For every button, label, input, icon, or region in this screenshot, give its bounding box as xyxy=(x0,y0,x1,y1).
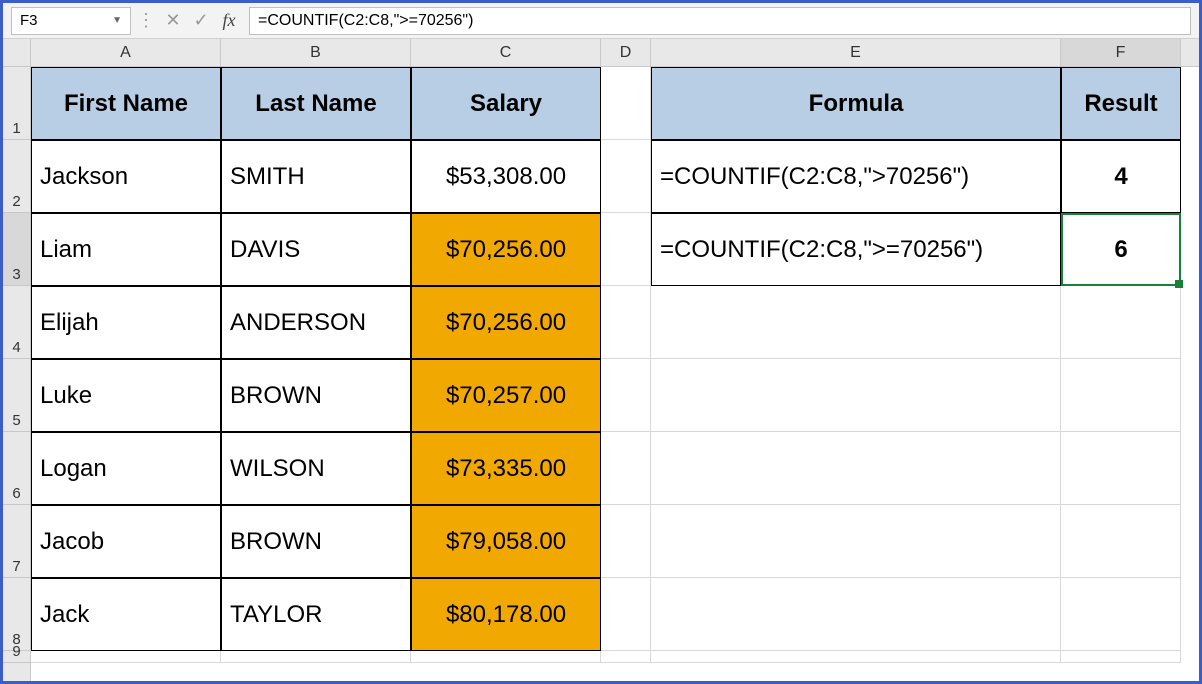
formula-input[interactable]: =COUNTIF(C2:C8,">=70256") xyxy=(249,7,1191,35)
row-header-6[interactable]: 6 xyxy=(3,432,30,505)
cell-formula[interactable]: =COUNTIF(C2:C8,">70256") xyxy=(651,140,1061,213)
row-header-3[interactable]: 3 xyxy=(3,213,30,286)
row-header-9[interactable]: 9 xyxy=(3,651,30,663)
cell-first-name[interactable]: Jack xyxy=(31,578,221,651)
cell-last-name[interactable]: BROWN xyxy=(221,505,411,578)
column-headers: A B C D E F xyxy=(31,39,1199,67)
table-row: Logan WILSON $73,335.00 xyxy=(31,432,1199,505)
row-header-5[interactable]: 5 xyxy=(3,359,30,432)
header-last-name[interactable]: Last Name xyxy=(221,67,411,140)
cell-D4[interactable] xyxy=(601,286,651,359)
table-row: Jack TAYLOR $80,178.00 xyxy=(31,578,1199,651)
table-row xyxy=(31,651,1199,663)
cell-last-name[interactable]: WILSON xyxy=(221,432,411,505)
header-formula[interactable]: Formula xyxy=(651,67,1061,140)
name-box-value: F3 xyxy=(20,12,38,29)
cell-A9[interactable] xyxy=(31,651,221,663)
cell-first-name[interactable]: Jacob xyxy=(31,505,221,578)
cell-first-name[interactable]: Logan xyxy=(31,432,221,505)
col-header-E[interactable]: E xyxy=(651,39,1061,66)
cell-last-name[interactable]: SMITH xyxy=(221,140,411,213)
cell-last-name[interactable]: DAVIS xyxy=(221,213,411,286)
cell-result[interactable]: 6 xyxy=(1061,213,1181,286)
cell-first-name[interactable]: Luke xyxy=(31,359,221,432)
fx-icon[interactable]: fx xyxy=(215,10,243,31)
cell-result[interactable]: 4 xyxy=(1061,140,1181,213)
name-box-dropdown-icon[interactable]: ▼ xyxy=(112,15,122,26)
cell-E7[interactable] xyxy=(651,505,1061,578)
cell-salary[interactable]: $79,058.00 xyxy=(411,505,601,578)
table-row: Elijah ANDERSON $70,256.00 xyxy=(31,286,1199,359)
cell-F7[interactable] xyxy=(1061,505,1181,578)
select-all-corner[interactable] xyxy=(3,39,30,67)
cell-E6[interactable] xyxy=(651,432,1061,505)
cell-salary[interactable]: $70,256.00 xyxy=(411,286,601,359)
cell-salary[interactable]: $53,308.00 xyxy=(411,140,601,213)
row-header-2[interactable]: 2 xyxy=(3,140,30,213)
cell-salary[interactable]: $70,257.00 xyxy=(411,359,601,432)
cell-last-name[interactable]: TAYLOR xyxy=(221,578,411,651)
row-header-4[interactable]: 4 xyxy=(3,286,30,359)
cell-C9[interactable] xyxy=(411,651,601,663)
cell-F6[interactable] xyxy=(1061,432,1181,505)
cell-first-name[interactable]: Jackson xyxy=(31,140,221,213)
formula-bar: F3 ▼ ⋮ ✕ ✓ fx =COUNTIF(C2:C8,">=70256") xyxy=(3,3,1199,39)
cell-D7[interactable] xyxy=(601,505,651,578)
cell-D1[interactable] xyxy=(601,67,651,140)
cell-first-name[interactable]: Elijah xyxy=(31,286,221,359)
col-header-F[interactable]: F xyxy=(1061,39,1181,66)
col-header-B[interactable]: B xyxy=(221,39,411,66)
formula-bar-separator: ⋮ xyxy=(137,10,153,31)
cell-F4[interactable] xyxy=(1061,286,1181,359)
cell-E5[interactable] xyxy=(651,359,1061,432)
col-header-D[interactable]: D xyxy=(601,39,651,66)
cell-E9[interactable] xyxy=(651,651,1061,663)
header-salary[interactable]: Salary xyxy=(411,67,601,140)
table-row: Jacob BROWN $79,058.00 xyxy=(31,505,1199,578)
name-box[interactable]: F3 ▼ xyxy=(11,7,131,35)
cell-first-name[interactable]: Liam xyxy=(31,213,221,286)
cell-D8[interactable] xyxy=(601,578,651,651)
sheet-cells: A B C D E F First Name Last Name Salary … xyxy=(31,39,1199,681)
accept-formula-icon[interactable]: ✓ xyxy=(187,7,215,35)
cell-formula[interactable]: =COUNTIF(C2:C8,">=70256") xyxy=(651,213,1061,286)
cancel-formula-icon[interactable]: ✕ xyxy=(159,7,187,35)
cell-D5[interactable] xyxy=(601,359,651,432)
cell-salary[interactable]: $73,335.00 xyxy=(411,432,601,505)
cell-F9[interactable] xyxy=(1061,651,1181,663)
cell-E8[interactable] xyxy=(651,578,1061,651)
cell-last-name[interactable]: ANDERSON xyxy=(221,286,411,359)
table-row: Luke BROWN $70,257.00 xyxy=(31,359,1199,432)
header-result[interactable]: Result xyxy=(1061,67,1181,140)
table-row: First Name Last Name Salary Formula Resu… xyxy=(31,67,1199,140)
cell-last-name[interactable]: BROWN xyxy=(221,359,411,432)
row-header-8[interactable]: 8 xyxy=(3,578,30,651)
row-header-7[interactable]: 7 xyxy=(3,505,30,578)
header-first-name[interactable]: First Name xyxy=(31,67,221,140)
table-row: Jackson SMITH $53,308.00 =COUNTIF(C2:C8,… xyxy=(31,140,1199,213)
cell-B9[interactable] xyxy=(221,651,411,663)
rows-container: First Name Last Name Salary Formula Resu… xyxy=(31,67,1199,663)
row-headers: 1 2 3 4 5 6 7 8 9 xyxy=(3,39,31,681)
col-header-C[interactable]: C xyxy=(411,39,601,66)
table-row: Liam DAVIS $70,256.00 =COUNTIF(C2:C8,">=… xyxy=(31,213,1199,286)
cell-D2[interactable] xyxy=(601,140,651,213)
cell-F8[interactable] xyxy=(1061,578,1181,651)
spreadsheet-grid: 1 2 3 4 5 6 7 8 9 A B C D E F First Name… xyxy=(3,39,1199,681)
cell-F5[interactable] xyxy=(1061,359,1181,432)
formula-input-value: =COUNTIF(C2:C8,">=70256") xyxy=(258,12,473,30)
row-header-1[interactable]: 1 xyxy=(3,67,30,140)
cell-salary[interactable]: $70,256.00 xyxy=(411,213,601,286)
col-header-A[interactable]: A xyxy=(31,39,221,66)
cell-salary[interactable]: $80,178.00 xyxy=(411,578,601,651)
cell-E4[interactable] xyxy=(651,286,1061,359)
cell-D6[interactable] xyxy=(601,432,651,505)
cell-D9[interactable] xyxy=(601,651,651,663)
cell-D3[interactable] xyxy=(601,213,651,286)
